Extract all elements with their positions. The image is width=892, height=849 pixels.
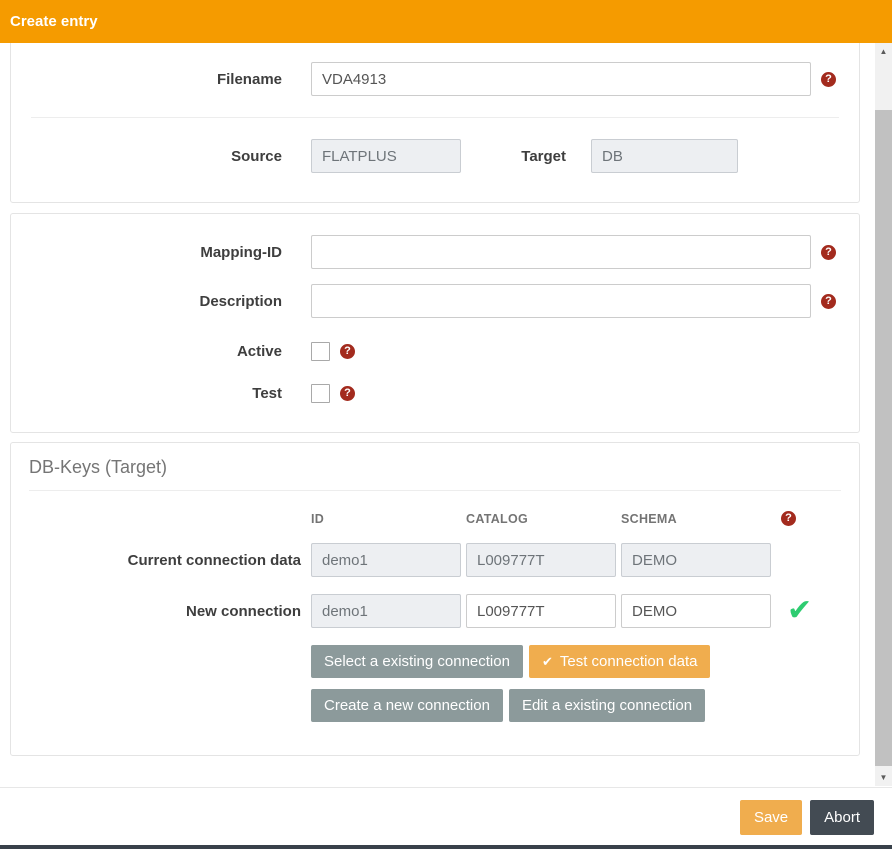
bottom-bar bbox=[0, 845, 892, 849]
edit-existing-connection-label: Edit a existing connection bbox=[522, 697, 692, 714]
filename-help-icon[interactable]: ? bbox=[821, 72, 836, 87]
scroll-down-arrow-icon[interactable]: ▼ bbox=[875, 769, 892, 786]
create-new-connection-button[interactable]: Create a new connection bbox=[311, 689, 503, 722]
active-row: Active ? bbox=[11, 342, 859, 361]
new-connection-label: New connection bbox=[11, 603, 301, 620]
mapping-id-row: Mapping-ID ? bbox=[11, 235, 859, 269]
create-entry-dialog: Create entry Filename ? Source Target Ma… bbox=[0, 0, 892, 849]
target-input bbox=[591, 139, 738, 173]
current-catalog-input bbox=[466, 543, 616, 577]
create-new-connection-label: Create a new connection bbox=[324, 697, 490, 714]
mapping-id-label: Mapping-ID bbox=[11, 244, 282, 261]
select-existing-connection-label: Select a existing connection bbox=[324, 653, 510, 670]
new-catalog-input[interactable] bbox=[466, 594, 616, 628]
current-id-input bbox=[311, 543, 461, 577]
filename-label: Filename bbox=[11, 71, 282, 88]
scrollbar-thumb[interactable] bbox=[875, 110, 892, 766]
new-id-input bbox=[311, 594, 461, 628]
source-label: Source bbox=[11, 148, 282, 165]
dialog-titlebar: Create entry bbox=[0, 0, 892, 43]
test-help-icon[interactable]: ? bbox=[340, 386, 355, 401]
source-input bbox=[311, 139, 461, 173]
source-target-row: Source Target bbox=[11, 139, 859, 173]
new-schema-input[interactable] bbox=[621, 594, 771, 628]
test-row: Test ? bbox=[11, 384, 859, 403]
dialog-title: Create entry bbox=[10, 13, 98, 30]
panel-divider bbox=[31, 117, 839, 118]
mapping-id-input[interactable] bbox=[311, 235, 811, 269]
save-button[interactable]: Save bbox=[740, 800, 802, 835]
test-connection-button[interactable]: ✔ Test connection data bbox=[529, 645, 711, 678]
dialog-footer: Save Abort bbox=[0, 787, 892, 845]
description-input[interactable] bbox=[311, 284, 811, 318]
description-help-icon[interactable]: ? bbox=[821, 294, 836, 309]
test-checkbox[interactable] bbox=[311, 384, 330, 403]
dialog-body: Filename ? Source Target Mapping-ID ? De… bbox=[0, 43, 875, 786]
select-existing-connection-button[interactable]: Select a existing connection bbox=[311, 645, 523, 678]
active-help-icon[interactable]: ? bbox=[340, 344, 355, 359]
filename-row: Filename ? bbox=[11, 62, 859, 96]
db-keys-title: DB-Keys (Target) bbox=[29, 457, 859, 478]
connection-buttons: Select a existing connection ✔ Test conn… bbox=[311, 645, 859, 722]
column-header-catalog: CATALOG bbox=[466, 512, 621, 526]
scroll-up-arrow-icon[interactable]: ▲ bbox=[875, 43, 892, 60]
check-icon: ✔ bbox=[542, 654, 553, 670]
target-label: Target bbox=[461, 148, 566, 165]
column-header-id: ID bbox=[311, 512, 466, 526]
mapping-panel: Mapping-ID ? Description ? Active ? Test… bbox=[10, 213, 860, 433]
new-connection-row: New connection ✔ bbox=[11, 594, 859, 628]
test-label: Test bbox=[11, 385, 282, 402]
current-connection-label: Current connection data bbox=[11, 552, 301, 569]
db-keys-column-headers: ID CATALOG SCHEMA ? bbox=[311, 511, 859, 526]
current-connection-row: Current connection data bbox=[11, 543, 859, 577]
db-keys-help-icon[interactable]: ? bbox=[781, 511, 796, 526]
active-checkbox[interactable] bbox=[311, 342, 330, 361]
file-info-panel: Filename ? Source Target bbox=[10, 43, 860, 203]
test-connection-label: Test connection data bbox=[560, 653, 698, 670]
filename-input[interactable] bbox=[311, 62, 811, 96]
abort-button[interactable]: Abort bbox=[810, 800, 874, 835]
description-label: Description bbox=[11, 293, 282, 310]
mapping-id-help-icon[interactable]: ? bbox=[821, 245, 836, 260]
column-header-schema: SCHEMA bbox=[621, 512, 771, 526]
vertical-scrollbar[interactable]: ▲ ▼ bbox=[875, 43, 892, 786]
db-keys-panel: DB-Keys (Target) ID CATALOG SCHEMA ? Cur… bbox=[10, 442, 860, 756]
edit-existing-connection-button[interactable]: Edit a existing connection bbox=[509, 689, 705, 722]
active-label: Active bbox=[11, 343, 282, 360]
current-schema-input bbox=[621, 543, 771, 577]
description-row: Description ? bbox=[11, 284, 859, 318]
connection-valid-check-icon: ✔ bbox=[787, 596, 812, 626]
db-keys-divider bbox=[29, 490, 841, 491]
